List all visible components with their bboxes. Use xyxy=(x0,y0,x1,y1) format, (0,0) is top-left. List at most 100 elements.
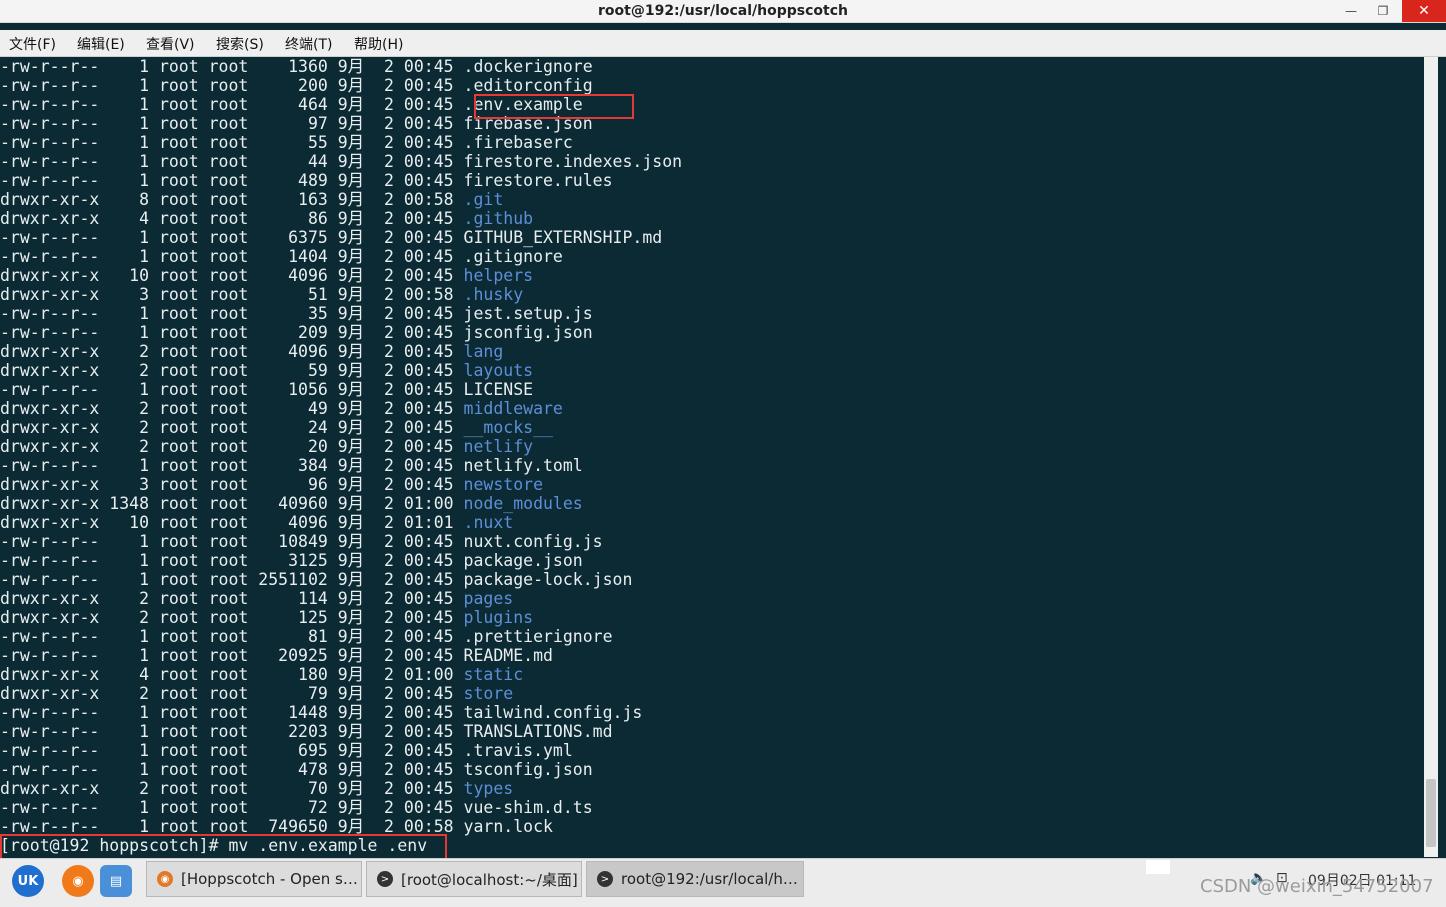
file-name: LICENSE xyxy=(463,380,534,399)
listing-attributes: -rw-r--r-- 1 root root 384 9月 2 00:45 xyxy=(0,456,464,475)
listing-attributes: -rw-r--r-- 1 root root 35 9月 2 00:45 xyxy=(0,304,464,323)
scrollbar-thumb[interactable] xyxy=(1426,779,1436,847)
start-menu-icon[interactable]: UK xyxy=(12,865,44,897)
listing-row: -rw-r--r-- 1 root root 1404 9月 2 00:45 .… xyxy=(0,247,563,266)
menu-help[interactable]: 帮助(H) xyxy=(354,34,403,54)
listing-attributes: -rw-r--r-- 1 root root 2203 9月 2 00:45 xyxy=(0,722,464,741)
menu-file[interactable]: 文件(F) xyxy=(9,34,56,54)
file-name: netlify.toml xyxy=(463,456,583,475)
tray-indicator xyxy=(1146,860,1170,874)
listing-attributes: drwxr-xr-x 10 root root 4096 9月 2 00:45 xyxy=(0,266,464,285)
listing-attributes: drwxr-xr-x 2 root root 125 9月 2 00:45 xyxy=(0,608,464,627)
file-name: vue-shim.d.ts xyxy=(463,798,593,817)
file-name: tsconfig.json xyxy=(463,760,593,779)
listing-attributes: drwxr-xr-x 3 root root 51 9月 2 00:58 xyxy=(0,285,464,304)
terminal-scrollbar[interactable] xyxy=(1424,57,1438,857)
directory-name: .husky xyxy=(463,285,524,304)
firefox-icon[interactable]: ◉ xyxy=(62,865,94,897)
listing-row: drwxr-xr-x 2 root root 114 9月 2 00:45 pa… xyxy=(0,589,513,608)
task-label: root@192:/usr/local/h… xyxy=(621,870,798,888)
menu-terminal[interactable]: 终端(T) xyxy=(285,34,332,54)
task-terminal-hoppscotch[interactable]: > root@192:/usr/local/h… xyxy=(586,861,804,897)
listing-row: drwxr-xr-x 10 root root 4096 9月 2 01:01 … xyxy=(0,513,513,532)
listing-row: drwxr-xr-x 2 root root 125 9月 2 00:45 pl… xyxy=(0,608,533,627)
file-name: README.md xyxy=(463,646,553,665)
listing-attributes: -rw-r--r-- 1 root root 1448 9月 2 00:45 xyxy=(0,703,464,722)
maximize-button[interactable]: ❐ xyxy=(1368,0,1398,22)
terminal-output[interactable]: -rw-r--r-- 1 root root 1360 9月 2 00:45 .… xyxy=(0,57,1424,857)
listing-attributes: drwxr-xr-x 2 root root 20 9月 2 00:45 xyxy=(0,437,464,456)
menu-search[interactable]: 搜索(S) xyxy=(216,34,264,54)
task-hoppscotch-browser[interactable]: ◉ [Hoppscotch - Open s… xyxy=(146,861,362,897)
listing-attributes: drwxr-xr-x 1348 root root 40960 9月 2 01:… xyxy=(0,494,464,513)
listing-attributes: -rw-r--r-- 1 root root 72 9月 2 00:45 xyxy=(0,798,464,817)
close-button[interactable]: ✕ xyxy=(1402,0,1446,22)
file-name: .travis.yml xyxy=(463,741,573,760)
listing-row: -rw-r--r-- 1 root root 35 9月 2 00:45 jes… xyxy=(0,304,593,323)
file-name: .firebaserc xyxy=(463,133,573,152)
task-terminal-desktop[interactable]: > [root@localhost:~/桌面] xyxy=(366,861,582,897)
file-name: jsconfig.json xyxy=(463,323,593,342)
directory-name: .git xyxy=(463,190,504,209)
listing-attributes: drwxr-xr-x 2 root root 59 9月 2 00:45 xyxy=(0,361,464,380)
minimize-button[interactable]: — xyxy=(1336,0,1366,22)
listing-attributes: -rw-r--r-- 1 root root 6375 9月 2 00:45 xyxy=(0,228,464,247)
directory-name: netlify xyxy=(463,437,534,456)
listing-row: -rw-r--r-- 1 root root 489 9月 2 00:45 fi… xyxy=(0,171,613,190)
directory-name: static xyxy=(463,665,524,684)
listing-attributes: -rw-r--r-- 1 root root 1404 9月 2 00:45 xyxy=(0,247,464,266)
file-name: jest.setup.js xyxy=(463,304,593,323)
terminal-icon: > xyxy=(377,871,393,887)
file-name: .dockerignore xyxy=(463,57,593,76)
listing-row: -rw-r--r-- 1 root root 3125 9月 2 00:45 p… xyxy=(0,551,583,570)
listing-row: -rw-r--r-- 1 root root 478 9月 2 00:45 ts… xyxy=(0,760,593,779)
title-bar: root@192:/usr/local/hoppscotch — ❐ ✕ xyxy=(0,0,1446,23)
listing-row: -rw-r--r-- 1 root root 200 9月 2 00:45 .e… xyxy=(0,76,593,95)
listing-attributes: -rw-r--r-- 1 root root 2551102 9月 2 00:4… xyxy=(0,570,464,589)
listing-attributes: drwxr-xr-x 2 root root 114 9月 2 00:45 xyxy=(0,589,464,608)
command-prompt[interactable]: [root@192 hoppscotch]# mv .env.example .… xyxy=(0,836,427,855)
file-manager-icon[interactable]: ▤ xyxy=(100,865,132,897)
listing-row: -rw-r--r-- 1 root root 1056 9月 2 00:45 L… xyxy=(0,380,533,399)
listing-row: drwxr-xr-x 2 root root 79 9月 2 00:45 sto… xyxy=(0,684,513,703)
listing-row: -rw-r--r-- 1 root root 2551102 9月 2 00:4… xyxy=(0,570,632,589)
menu-edit[interactable]: 编辑(E) xyxy=(77,34,125,54)
file-name: .gitignore xyxy=(463,247,563,266)
listing-row: drwxr-xr-x 8 root root 163 9月 2 00:58 .g… xyxy=(0,190,503,209)
file-name: TRANSLATIONS.md xyxy=(463,722,613,741)
directory-name: types xyxy=(463,779,514,798)
listing-row: drwxr-xr-x 10 root root 4096 9月 2 00:45 … xyxy=(0,266,533,285)
directory-name: node_modules xyxy=(463,494,583,513)
file-name: package-lock.json xyxy=(463,570,633,589)
listing-row: -rw-r--r-- 1 root root 749650 9月 2 00:58… xyxy=(0,817,553,836)
file-name: .env.example xyxy=(463,95,583,114)
directory-name: helpers xyxy=(463,266,534,285)
listing-row: drwxr-xr-x 2 root root 49 9月 2 00:45 mid… xyxy=(0,399,563,418)
listing-attributes: drwxr-xr-x 3 root root 96 9月 2 00:45 xyxy=(0,475,464,494)
listing-row: -rw-r--r-- 1 root root 384 9月 2 00:45 ne… xyxy=(0,456,583,475)
listing-row: drwxr-xr-x 1348 root root 40960 9月 2 01:… xyxy=(0,494,583,513)
listing-row: -rw-r--r-- 1 root root 20925 9月 2 00:45 … xyxy=(0,646,553,665)
window-title: root@192:/usr/local/hoppscotch xyxy=(598,3,848,19)
directory-name: newstore xyxy=(463,475,544,494)
listing-row: drwxr-xr-x 2 root root 59 9月 2 00:45 lay… xyxy=(0,361,533,380)
listing-row: -rw-r--r-- 1 root root 464 9月 2 00:45 .e… xyxy=(0,95,583,114)
listing-row: drwxr-xr-x 3 root root 51 9月 2 00:58 .hu… xyxy=(0,285,523,304)
listing-attributes: -rw-r--r-- 1 root root 489 9月 2 00:45 xyxy=(0,171,464,190)
listing-attributes: -rw-r--r-- 1 root root 10849 9月 2 00:45 xyxy=(0,532,464,551)
listing-attributes: drwxr-xr-x 2 root root 49 9月 2 00:45 xyxy=(0,399,464,418)
listing-row: -rw-r--r-- 1 root root 1448 9月 2 00:45 t… xyxy=(0,703,642,722)
directory-name: .nuxt xyxy=(463,513,514,532)
file-name: yarn.lock xyxy=(463,817,553,836)
directory-name: store xyxy=(463,684,514,703)
listing-attributes: -rw-r--r-- 1 root root 81 9月 2 00:45 xyxy=(0,627,464,646)
listing-row: -rw-r--r-- 1 root root 81 9月 2 00:45 .pr… xyxy=(0,627,613,646)
listing-attributes: -rw-r--r-- 1 root root 464 9月 2 00:45 xyxy=(0,95,464,114)
directory-name: pages xyxy=(463,589,514,608)
listing-row: drwxr-xr-x 3 root root 96 9月 2 00:45 new… xyxy=(0,475,543,494)
file-name: firestore.rules xyxy=(463,171,613,190)
file-name: .editorconfig xyxy=(463,76,593,95)
menu-view[interactable]: 查看(V) xyxy=(146,34,195,54)
listing-row: drwxr-xr-x 4 root root 180 9月 2 01:00 st… xyxy=(0,665,523,684)
directory-name: __mocks__ xyxy=(463,418,553,437)
